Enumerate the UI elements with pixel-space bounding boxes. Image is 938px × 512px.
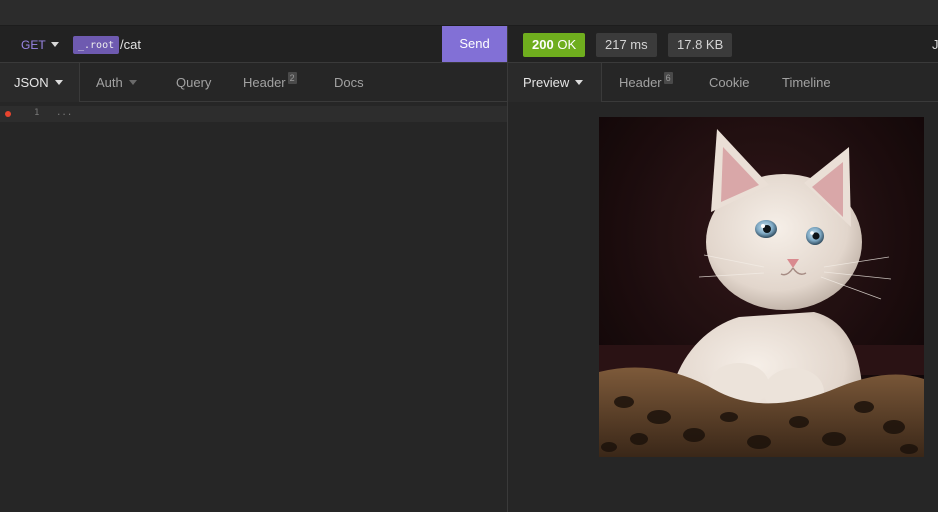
tab-json[interactable]: JSON — [0, 63, 80, 102]
response-preview-pane — [508, 102, 938, 512]
chevron-down-icon — [575, 80, 584, 86]
tab-preview[interactable]: Preview — [508, 63, 602, 102]
header-count-badge: 2 — [287, 72, 297, 84]
status-text: OK — [557, 37, 577, 52]
tab-docs-label: Docs — [334, 75, 364, 90]
method-selector[interactable]: GET — [21, 38, 46, 52]
tab-json-label: JSON — [14, 75, 49, 90]
chevron-down-icon — [54, 80, 63, 86]
line-content[interactable]: ... — [56, 108, 72, 118]
tab-auth[interactable]: Auth — [96, 63, 137, 102]
response-status-bar: 200 OK 217 ms 17.8 KB Ju — [508, 26, 938, 63]
response-header-count-badge: 6 — [663, 72, 673, 84]
tab-query[interactable]: Query — [176, 63, 211, 102]
tab-cookie[interactable]: Cookie — [709, 63, 749, 102]
tab-cookie-label: Cookie — [709, 75, 750, 90]
tab-docs[interactable]: Docs — [334, 63, 364, 102]
tab-preview-label: Preview — [523, 75, 570, 90]
response-time-badge: 217 ms — [596, 33, 657, 57]
tab-header-label: Header — [243, 75, 286, 90]
tab-auth-label: Auth — [96, 75, 123, 90]
url-bar: GET _.root /cat Send — [0, 26, 507, 63]
editor-line[interactable]: 1 ... — [0, 106, 507, 122]
tab-timeline[interactable]: Timeline — [782, 63, 831, 102]
tab-response-header[interactable]: Header 6 — [619, 63, 673, 102]
tab-header[interactable]: Header 2 — [243, 63, 297, 102]
cat-image — [599, 117, 924, 457]
method-dropdown-icon[interactable] — [51, 42, 59, 47]
url-input[interactable]: /cat — [120, 37, 141, 52]
title-bar — [0, 0, 938, 26]
response-size-badge: 17.8 KB — [668, 33, 733, 57]
request-body-editor[interactable]: 1 ... — [0, 102, 507, 512]
tab-query-label: Query — [176, 75, 212, 90]
line-number: 1 — [34, 108, 40, 118]
response-tab-bar: Preview Header 6 Cookie Timeline — [508, 63, 938, 102]
history-dropdown[interactable]: Ju — [932, 37, 938, 52]
tab-response-header-label: Header — [619, 75, 662, 90]
status-code: 200 — [532, 37, 554, 52]
environment-variable-tag[interactable]: _.root — [73, 36, 120, 54]
error-marker-icon — [5, 111, 11, 117]
request-tab-bar: JSON Auth Query Header 2 Docs — [0, 63, 507, 102]
chevron-down-icon — [128, 80, 137, 86]
tab-timeline-label: Timeline — [782, 75, 831, 90]
send-button[interactable]: Send — [442, 26, 507, 62]
status-badge: 200 OK — [523, 33, 586, 57]
